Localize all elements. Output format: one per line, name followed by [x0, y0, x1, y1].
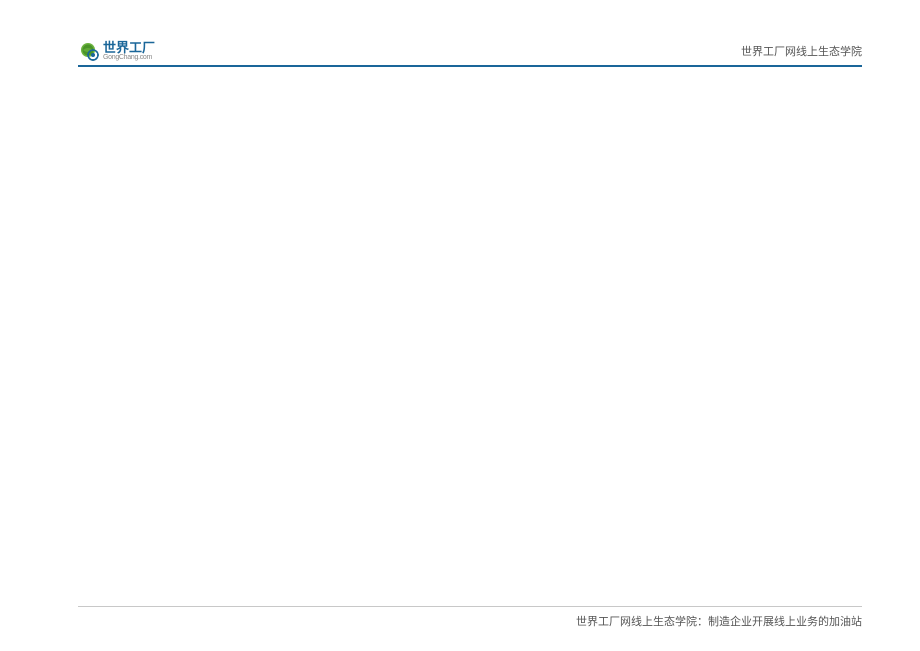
header-right-text: 世界工厂网线上生态学院 [741, 43, 862, 59]
globe-gear-icon [78, 40, 100, 62]
footer-text: 世界工厂网线上生态学院：制造企业开展线上业务的加油站 [576, 613, 862, 629]
logo: 世界工厂 GongChang.com [78, 40, 155, 62]
header: 世界工厂 GongChang.com 世界工厂网线上生态学院 [78, 36, 862, 66]
logo-text: 世界工厂 GongChang.com [103, 41, 155, 61]
logo-main-text: 世界工厂 [103, 41, 155, 54]
logo-sub-text: GongChang.com [103, 54, 155, 61]
header-divider [78, 65, 862, 67]
footer-divider [78, 606, 862, 607]
